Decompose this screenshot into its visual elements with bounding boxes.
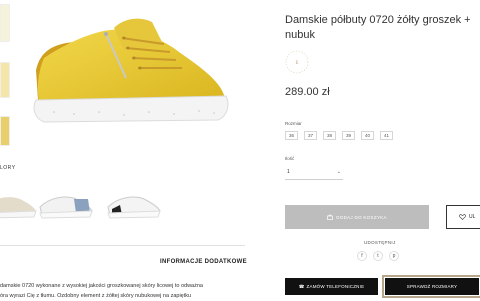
size-label: Rozmiar: [285, 121, 302, 126]
quantity-label: Ilość: [285, 156, 295, 161]
size-selector: 36 37 38 39 40 41: [285, 131, 393, 140]
product-title-line: Damskie półbuty 0720 żółty groszek +: [285, 14, 471, 26]
size-option[interactable]: 39: [342, 131, 355, 140]
seal-letter: E: [295, 61, 298, 66]
product-title: Damskie półbuty 0720 żółty groszek + nub…: [285, 13, 480, 43]
size-check-button[interactable]: SPRAWDŹ ROZMIARY: [382, 275, 480, 298]
size-check-label: SPRAWDŹ ROZMIARY: [406, 284, 458, 289]
color-option-white-black[interactable]: [104, 185, 162, 223]
size-option[interactable]: 41: [380, 131, 393, 140]
phone-order-label: ZAMÓW TELEFONICZNIE: [306, 284, 365, 289]
product-description: damskie 0720 wykonane z wysokiej jakości…: [0, 281, 245, 301]
thumbnail-3[interactable]: [0, 116, 10, 146]
add-to-cart-button[interactable]: DODAJ DO KOSZYKA: [285, 205, 429, 229]
thumbnail-1[interactable]: [0, 4, 10, 42]
brand-seal-icon: E: [285, 50, 309, 74]
phone-icon: ☎: [298, 283, 305, 289]
size-option[interactable]: 37: [304, 131, 317, 140]
beige-shoe-icon: [0, 197, 37, 219]
thumbnail-strip: [0, 0, 10, 150]
color-option-white-blue[interactable]: [36, 185, 94, 223]
size-option[interactable]: 38: [323, 131, 336, 140]
add-to-cart-label: DODAJ DO KOSZYKA: [336, 214, 387, 220]
description-line: damskie 0720 wykonane z wysokiej jakości…: [0, 283, 203, 289]
wishlist-label: UL: [469, 214, 476, 220]
white-blue-shoe-icon: [39, 196, 93, 219]
size-option[interactable]: 36: [285, 131, 298, 140]
product-title-line: nubuk: [285, 29, 315, 41]
size-option[interactable]: 40: [361, 131, 374, 140]
heart-icon: [459, 214, 466, 220]
share-icons: f t p: [357, 251, 399, 261]
main-product-image[interactable]: [14, 0, 244, 148]
facebook-icon[interactable]: f: [357, 251, 367, 261]
share-label: UDOSTĘPNIJ: [364, 240, 396, 245]
colors-label: LORY: [0, 165, 16, 171]
product-price: 289.00 zł: [285, 86, 330, 98]
yellow-sneaker-illustration: [33, 18, 229, 123]
bag-icon: [327, 214, 334, 220]
color-option-beige[interactable]: [0, 185, 38, 223]
chevron-down-icon: ⌄: [336, 169, 341, 175]
twitter-icon[interactable]: t: [373, 251, 383, 261]
additional-info-tab[interactable]: INFORMACJE DODATKOWE: [160, 259, 247, 265]
quantity-value: 1: [287, 169, 290, 175]
pinterest-icon[interactable]: p: [389, 251, 399, 261]
phone-order-button[interactable]: ☎ ZAMÓW TELEFONICZNIE: [285, 278, 378, 295]
wishlist-button[interactable]: UL: [446, 205, 480, 229]
quantity-select[interactable]: 1 ⌄: [285, 166, 343, 180]
white-black-shoe-icon: [107, 196, 161, 219]
thumbnail-2[interactable]: [0, 62, 10, 98]
section-divider: [0, 245, 245, 246]
